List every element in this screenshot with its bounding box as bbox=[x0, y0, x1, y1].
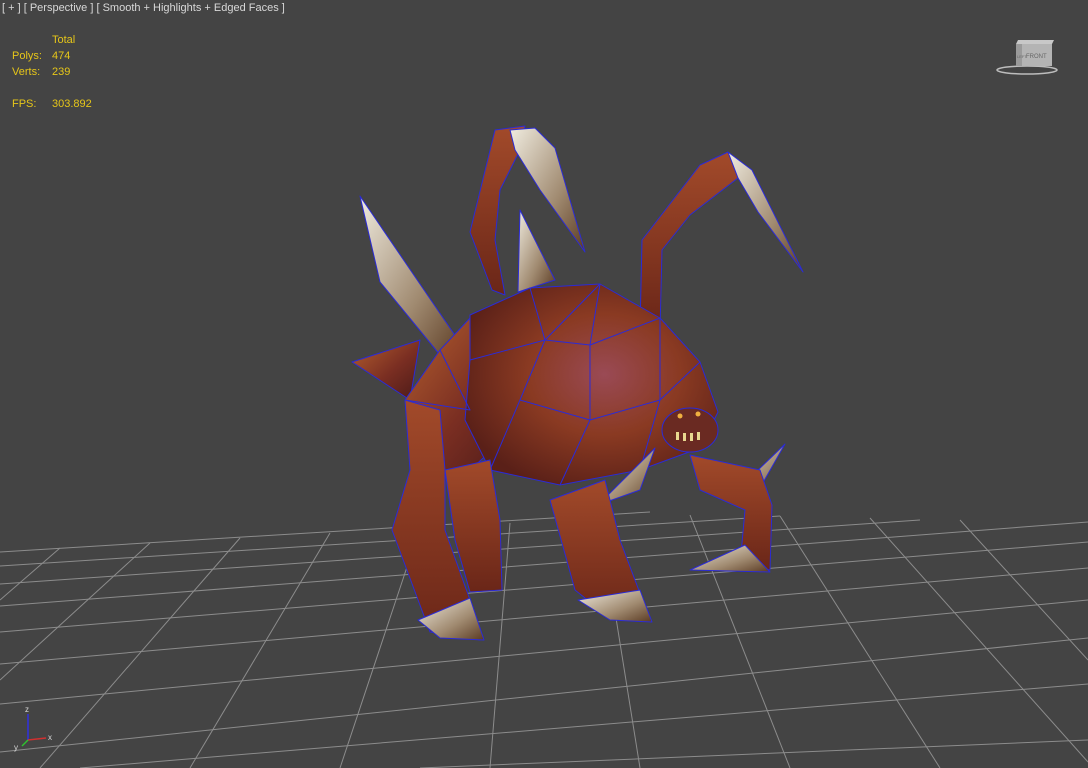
viewcube-front-label: FRONT bbox=[1026, 54, 1047, 60]
main-shell bbox=[464, 283, 719, 486]
axis-y-label: y bbox=[14, 743, 18, 752]
back-spike-small bbox=[517, 209, 556, 293]
viewcube-ring[interactable] bbox=[996, 65, 1058, 75]
viewcube-top-face[interactable] bbox=[1016, 40, 1054, 44]
creature-model[interactable] bbox=[351, 125, 804, 641]
perspective-viewport[interactable]: [ + ] [ Perspective ] [ Smooth + Highlig… bbox=[0, 0, 1088, 768]
side-spike bbox=[351, 339, 421, 401]
axis-x-label: x bbox=[48, 733, 52, 742]
back-spike-large bbox=[359, 195, 466, 356]
creature-face bbox=[661, 407, 719, 453]
right-antenna-tip bbox=[727, 151, 804, 273]
viewcube[interactable]: LEFT FRONT bbox=[996, 36, 1058, 76]
right-antenna bbox=[639, 151, 739, 331]
floor-grid bbox=[0, 511, 1088, 768]
axis-z-label: z bbox=[25, 705, 29, 714]
axis-tripod: z x y bbox=[14, 705, 52, 752]
scene-canvas[interactable] bbox=[0, 0, 1088, 768]
